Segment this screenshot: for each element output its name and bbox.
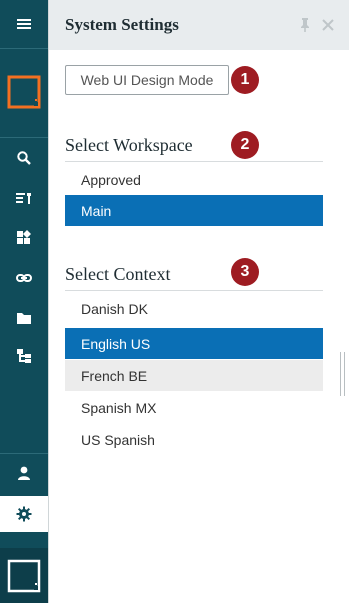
workspace-item-approved[interactable]: Approved: [65, 164, 323, 195]
rail-search-button[interactable]: [0, 142, 48, 174]
gear-icon: [16, 506, 32, 522]
select-workspace-title: Select Workspace: [65, 135, 193, 155]
left-nav-rail: [0, 0, 48, 603]
context-item-french-be[interactable]: French BE: [65, 360, 323, 391]
web-ui-design-mode-button[interactable]: Web UI Design Mode: [65, 65, 229, 95]
folder-icon: [17, 313, 31, 324]
workspace-item-main[interactable]: Main: [65, 195, 323, 226]
rail-user-button[interactable]: [0, 456, 48, 490]
menu-icon: [17, 19, 31, 29]
rail-widgets-button[interactable]: [0, 221, 48, 253]
search-icon: [17, 151, 31, 165]
context-item-danish-dk[interactable]: Danish DK: [65, 293, 323, 324]
step-badge-1: 1: [231, 66, 259, 94]
system-settings-panel: System Settings Web UI Design Mode 1 Sel…: [48, 0, 349, 603]
panel-header: System Settings: [49, 0, 349, 50]
context-item-spanish-mx[interactable]: Spanish MX: [65, 392, 323, 423]
step-badge-3: 3: [231, 258, 259, 286]
step-badge-2: 2: [231, 131, 259, 159]
select-context-title: Select Context: [65, 264, 171, 284]
rail-hierarchy-button[interactable]: [0, 340, 48, 372]
user-icon: [18, 466, 30, 480]
rail-link-button[interactable]: [0, 262, 48, 294]
link-icon: [16, 274, 32, 282]
app-logo-icon: [7, 559, 41, 592]
panel-title: System Settings: [65, 15, 179, 34]
app-logo-icon: [7, 75, 41, 109]
pin-icon[interactable]: [297, 17, 313, 33]
panel-resize-grip[interactable]: [340, 352, 346, 396]
rail-folder-button[interactable]: [0, 302, 48, 334]
menu-button[interactable]: [0, 0, 48, 48]
rail-list-tools-button[interactable]: [0, 182, 48, 214]
close-icon[interactable]: [320, 17, 336, 33]
hierarchy-icon: [17, 349, 31, 363]
list-wrench-icon: [16, 193, 31, 204]
app-logo[interactable]: [0, 60, 48, 124]
rail-settings-button[interactable]: [0, 496, 48, 532]
widgets-icon: [17, 230, 31, 244]
app-logo-bottom[interactable]: [0, 548, 48, 603]
context-item-us-spanish[interactable]: US Spanish: [65, 424, 323, 455]
context-item-english-us[interactable]: English US: [65, 328, 323, 359]
